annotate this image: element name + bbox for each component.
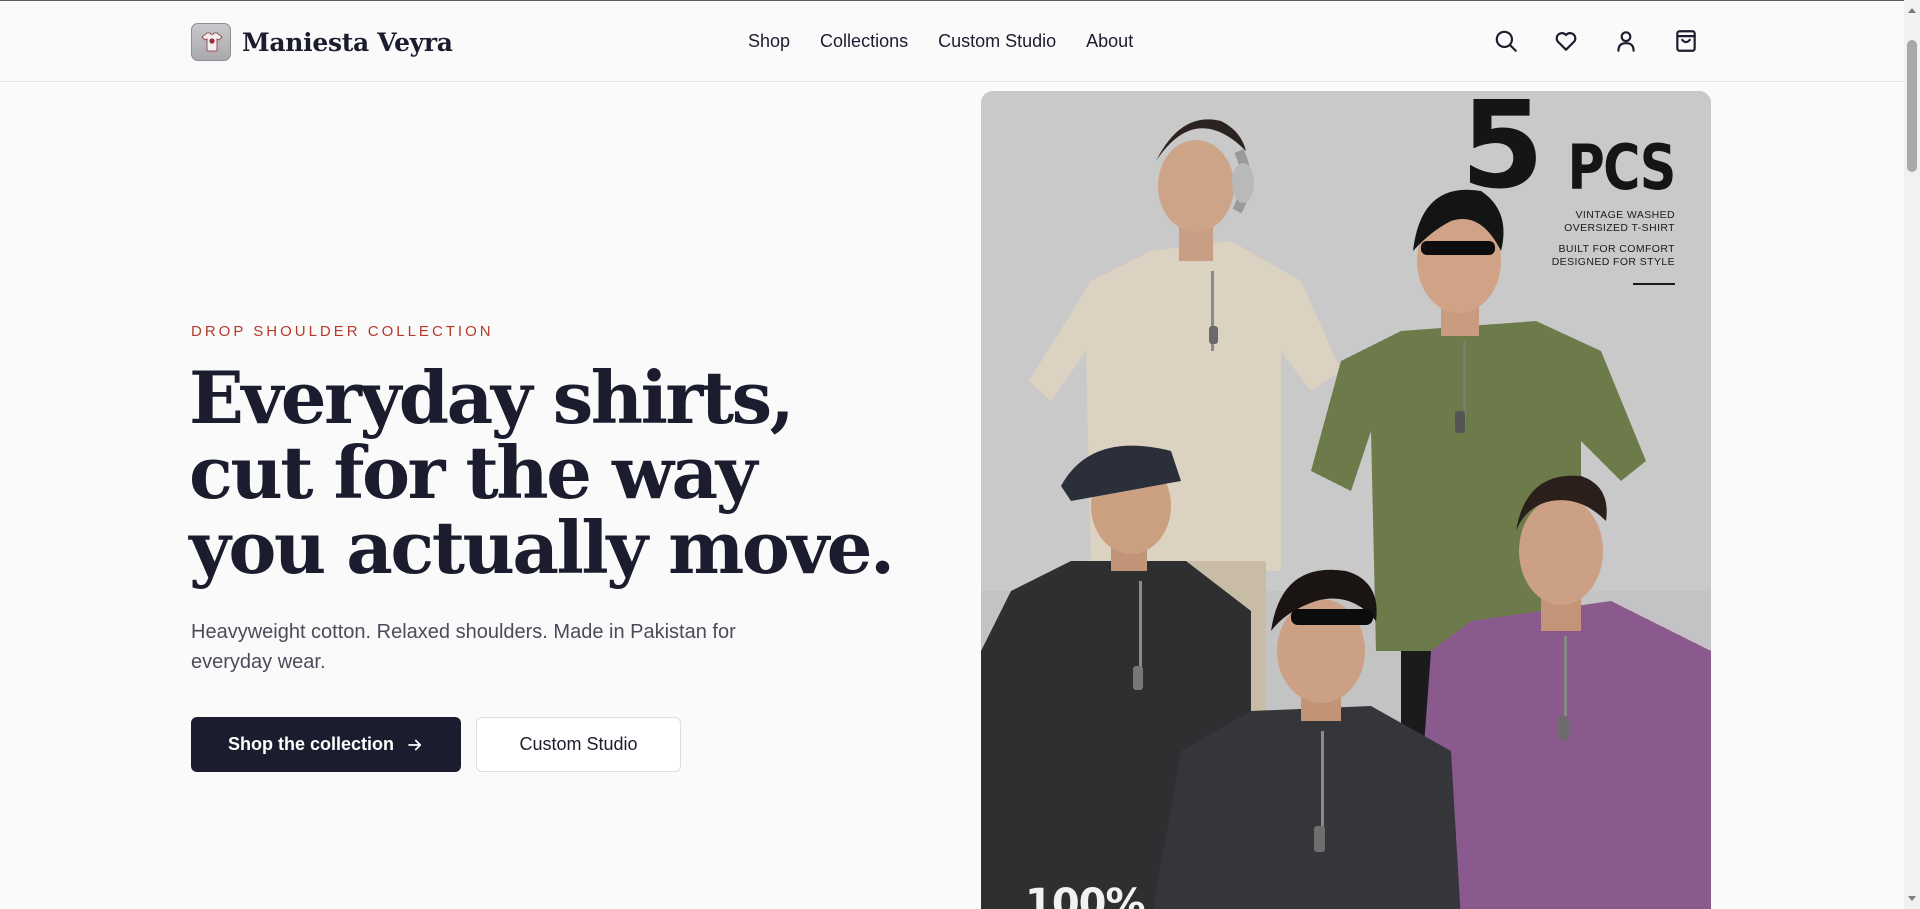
shop-collection-label: Shop the collection [227,734,394,754]
headline-line: cut for the way [189,430,757,515]
header-actions [1492,27,1732,55]
poster-line: OVERSIZED T-SHIRT [1564,222,1675,234]
nav-item-custom-studio[interactable]: Custom Studio [938,31,1056,52]
poster-count-unit: PCS [1567,131,1677,204]
poster-line: DESIGNED FOR STYLE [1551,256,1675,268]
poster-count-number: 5 [1460,91,1544,216]
nav-item-collections[interactable]: Collections [820,31,908,52]
nav-item-shop[interactable]: Shop [748,31,790,52]
site-header: Maniesta Veyra Shop Collections Custom S… [0,1,1904,82]
nav-item-about[interactable]: About [1086,31,1133,52]
poster-lines: VINTAGE WASHED OVERSIZED T-SHIRT BUILT F… [1461,209,1675,269]
arrow-right-icon [408,739,422,750]
hero-product-image: 5 PCS VINTAGE WASHED OVERSIZED T-SHIRT B… [981,91,1711,909]
shop-collection-button[interactable]: Shop the collection [191,717,461,772]
poster-badge: 5 PCS VINTAGE WASHED OVERSIZED T-SHIRT B… [1460,91,1677,285]
scroll-up-icon[interactable] [1908,8,1916,13]
poster-bottom-text: 100% [1025,881,1146,909]
headline-line: you actually move. [189,505,895,590]
shirt-logo-icon [191,23,231,61]
brand-name: Maniesta Veyra [242,27,453,57]
hero-headline: Everyday shirts, cut for the way you act… [189,355,895,590]
heart-icon[interactable] [1552,27,1580,55]
scroll-down-icon[interactable] [1908,896,1916,901]
shopping-bag-icon[interactable] [1672,27,1700,55]
poster-line: BUILT FOR COMFORT [1558,243,1675,255]
poster-count: 5 PCS [1460,91,1677,216]
main-nav: Shop Collections Custom Studio About [748,31,1163,52]
custom-studio-label: Custom Studio [519,734,638,754]
brand[interactable]: Maniesta Veyra [191,23,453,61]
search-icon[interactable] [1492,27,1520,55]
custom-studio-button[interactable]: Custom Studio [476,717,681,772]
page-scrollbar[interactable] [1904,0,1920,909]
poster-divider [1633,283,1675,285]
user-icon[interactable] [1612,27,1640,55]
scroll-thumb[interactable] [1907,40,1917,172]
headline-line: Everyday shirts, [189,355,795,440]
hero-subtext: Heavyweight cotton. Relaxed shoulders. M… [191,621,736,673]
hero-eyebrow: DROP SHOULDER COLLECTION [191,323,494,340]
